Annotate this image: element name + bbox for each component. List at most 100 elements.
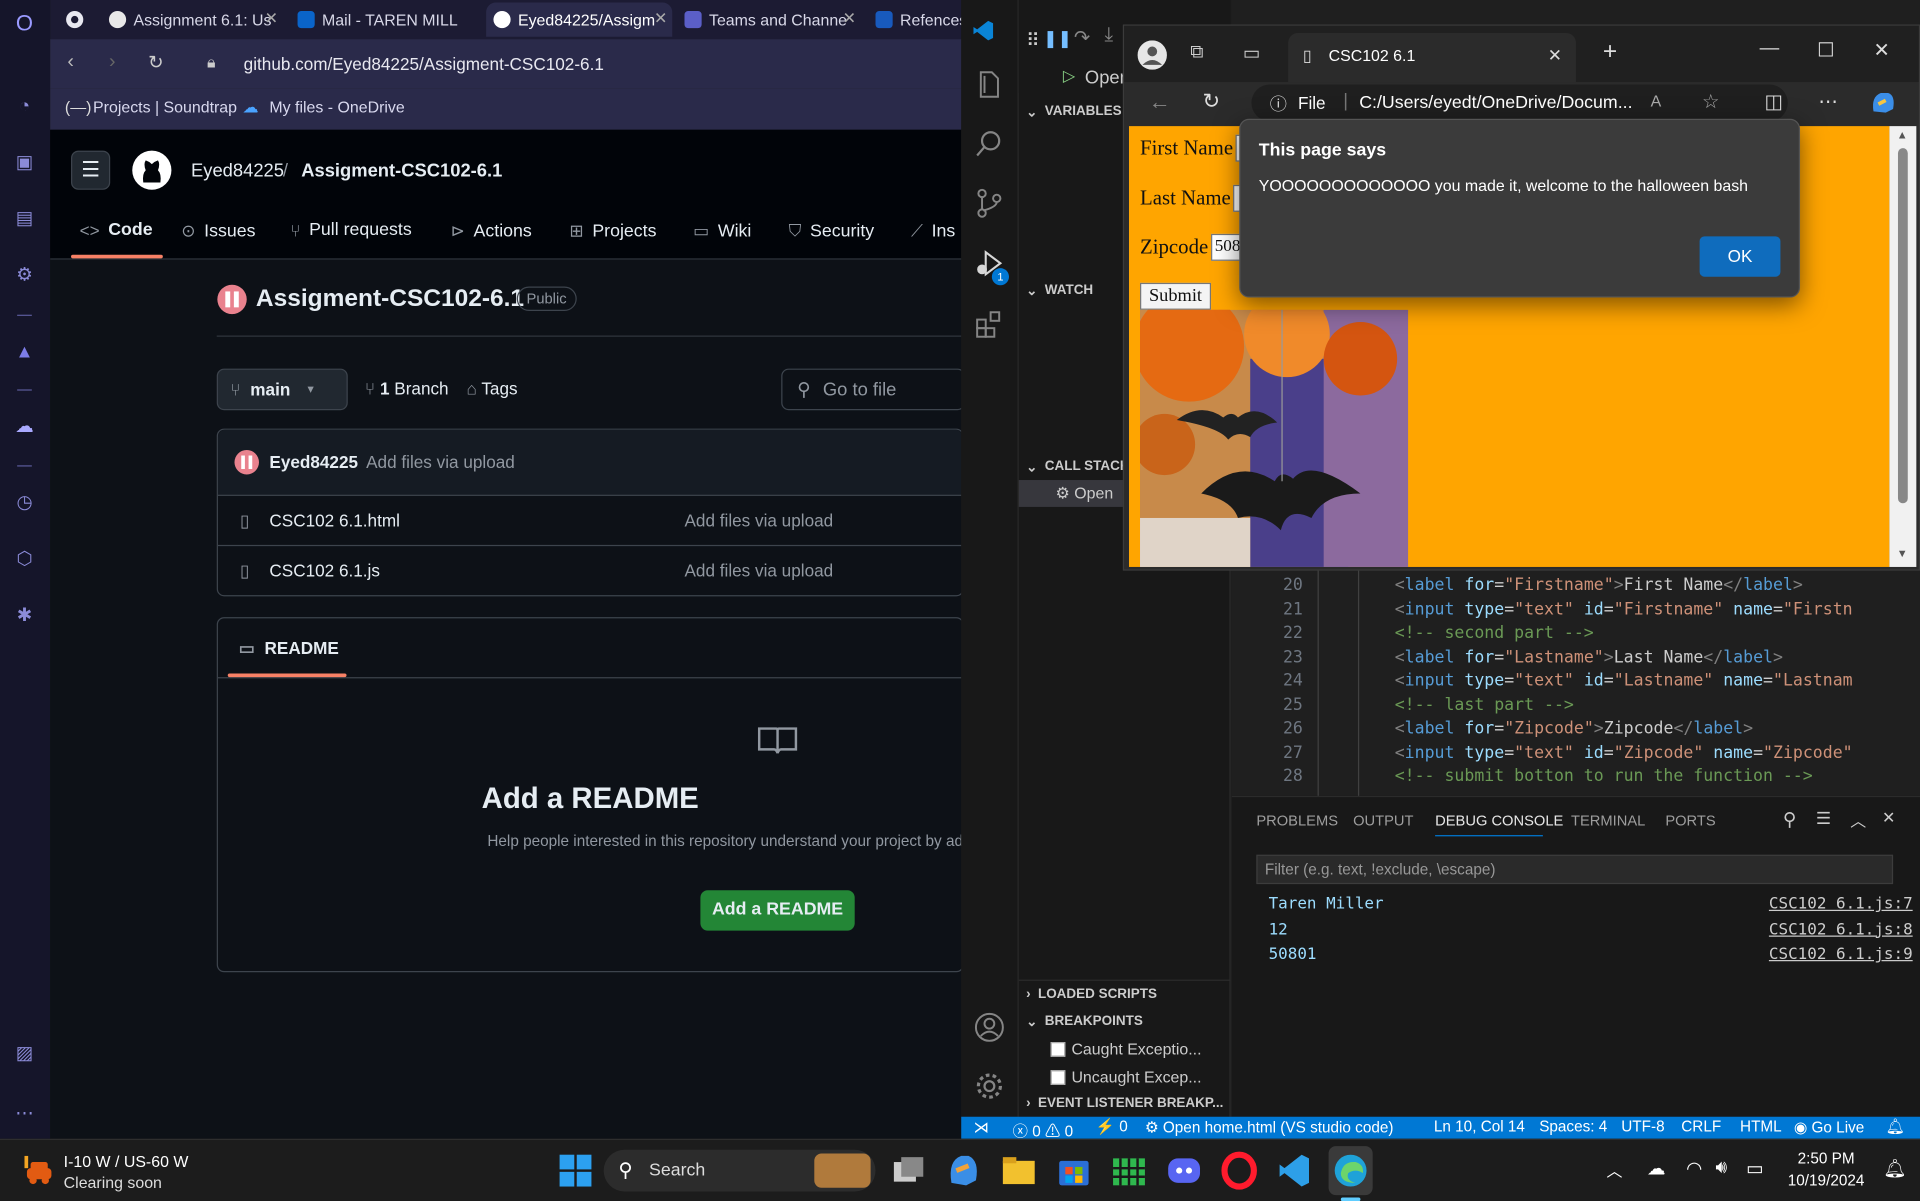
battery-icon[interactable]: ▭ — [1746, 1157, 1763, 1179]
close-icon[interactable]: ✕ — [654, 9, 667, 29]
step-over-icon[interactable]: ↷ — [1074, 26, 1090, 50]
task-view-icon[interactable] — [889, 1151, 928, 1190]
tab-ports[interactable]: PORTS — [1665, 812, 1715, 829]
vscode-taskbar-icon[interactable] — [1275, 1151, 1314, 1190]
back-icon[interactable]: ← — [1149, 89, 1171, 115]
split-screen-icon[interactable]: ◫ — [1765, 89, 1784, 113]
encoding[interactable]: UTF-8 — [1621, 1118, 1664, 1135]
close-icon[interactable]: ✕ — [1882, 808, 1895, 828]
readme-tab[interactable]: ▭ README — [239, 638, 339, 659]
taskbar-search[interactable]: ⚲ Search — [603, 1149, 876, 1192]
explorer-icon[interactable] — [973, 69, 1005, 101]
onedrive-icon[interactable]: ☁ — [12, 415, 36, 439]
commit-author[interactable]: Eyed84225 — [269, 452, 358, 472]
refresh-icon[interactable]: ↻ — [1202, 89, 1219, 113]
tags-link[interactable]: ⌂ Tags — [467, 378, 518, 398]
tab-mail[interactable]: Mail - TAREN MILL — [290, 2, 483, 36]
clear-console-icon[interactable]: ☰ — [1816, 808, 1831, 829]
favorite-star-icon[interactable]: ☆ — [1702, 89, 1720, 113]
read-aloud-icon[interactable]: A — [1651, 92, 1662, 110]
extensions-icon[interactable] — [973, 309, 1005, 341]
goto-file-input[interactable]: ⚲ Go to file — [781, 368, 965, 411]
debug-status[interactable]: ⚙ Open home.html (VS studio code) — [1145, 1118, 1394, 1136]
edge-icon[interactable] — [1331, 1151, 1370, 1190]
console-entry[interactable]: 50801 CSC102 6.1.js:9 — [1232, 945, 1920, 969]
copilot-icon[interactable] — [1869, 89, 1898, 116]
file-explorer-icon[interactable] — [999, 1151, 1038, 1190]
onedrive-tray-icon[interactable]: ☁ — [1647, 1157, 1665, 1179]
notifications-icon[interactable]: 🔔︎ — [1886, 1118, 1905, 1136]
volume-icon[interactable]: 🔊︎ — [1716, 1157, 1728, 1178]
profile-icon[interactable] — [1137, 40, 1167, 70]
url-field[interactable]: github.com/Eyed84225/Assigment-CSC102-6.… — [244, 54, 604, 74]
twitch-icon[interactable]: ▤ — [12, 207, 36, 231]
console-entry[interactable]: 12 CSC102 6.1.js:8 — [1232, 920, 1920, 944]
collections-icon[interactable]: ⧉ — [1190, 42, 1203, 63]
event-listener-section[interactable]: › EVENT LISTENER BREAKP... — [1019, 1090, 1231, 1117]
submit-button[interactable]: Submit — [1140, 282, 1212, 310]
ok-button[interactable]: OK — [1699, 236, 1781, 277]
repo-owner[interactable]: Eyed84225 — [191, 160, 284, 181]
tab-wiki[interactable]: ▭ Wiki — [693, 220, 751, 241]
step-into-icon[interactable]: ⤓ — [1104, 24, 1113, 46]
remote-icon[interactable]: ⋊ — [973, 1118, 988, 1136]
tab-actions[interactable]: ⊳ Actions — [451, 220, 532, 241]
tab-output[interactable]: OUTPUT — [1353, 812, 1413, 829]
tab-actions-icon[interactable]: ▭ — [1243, 42, 1260, 64]
branches-link[interactable]: ⑂ 1 Branch — [365, 378, 449, 398]
caught-exceptions[interactable]: Caught Exceptio... — [1050, 1040, 1202, 1058]
console-source-link[interactable]: CSC102 6.1.js:9 — [1769, 945, 1913, 963]
weather-subtitle[interactable]: Clearing soon — [64, 1173, 162, 1191]
tab-insights[interactable]: ⟋ Ins — [911, 220, 955, 241]
tab-teams[interactable]: Teams and Channe ✕ — [677, 2, 861, 36]
extensions-icon[interactable]: ⬡ — [12, 547, 36, 571]
wifi-icon[interactable]: ◠ — [1686, 1157, 1702, 1179]
language-mode[interactable]: HTML — [1740, 1118, 1782, 1135]
tab-debug-console[interactable]: DEBUG CONSOLE — [1435, 812, 1563, 829]
console-entry[interactable]: Taren Miller CSC102 6.1.js:7 — [1232, 895, 1920, 919]
eol[interactable]: CRLF — [1681, 1118, 1721, 1135]
bookmark-soundtrap[interactable]: Projects | Soundtrap — [93, 98, 237, 116]
search-icon[interactable] — [973, 127, 1005, 159]
tab-security[interactable]: ⛉ Security — [789, 220, 875, 241]
show-hidden-icons[interactable]: ︿ — [1607, 1158, 1623, 1181]
edge-url-field[interactable]: ⓘ File | C:/Users/eyedt/OneDrive/Docum..… — [1251, 84, 1788, 122]
scrollbar[interactable]: ▲ ▼ — [1889, 126, 1917, 567]
close-icon[interactable]: ✕ — [843, 9, 856, 29]
copilot-icon[interactable] — [944, 1151, 983, 1190]
loaded-scripts-section[interactable]: › LOADED SCRIPTS — [1018, 979, 1231, 1007]
maximize-panel-icon[interactable]: ︿ — [1850, 808, 1866, 831]
file-row[interactable]: ▯ CSC102 6.1.js Add files via upload — [217, 544, 963, 595]
tab-problems[interactable]: PROBLEMS — [1256, 812, 1338, 829]
breakpoints-section[interactable]: ⌄ BREAKPOINTS — [1019, 1008, 1231, 1035]
start-debug-icon[interactable]: ▷ — [1063, 66, 1075, 86]
forward-icon[interactable]: › — [109, 51, 116, 73]
tab-terminal[interactable]: TERMINAL — [1571, 812, 1645, 829]
discord-icon[interactable] — [1164, 1151, 1203, 1190]
github-logo-icon[interactable] — [131, 149, 173, 191]
code-editor[interactable]: 20 <label for="Firstname">First Name</lab… — [1231, 565, 1920, 796]
close-window-icon[interactable]: ✕ — [1873, 38, 1889, 62]
source-control-icon[interactable] — [973, 187, 1005, 219]
add-readme-button[interactable]: Add a README — [700, 890, 855, 931]
edge-tab[interactable]: ▯ CSC102 6.1 ✕ — [1288, 33, 1576, 83]
more-icon[interactable]: ⋯ — [12, 1102, 36, 1126]
tab-assignment[interactable]: Assignment 6.1: Us ✕ — [102, 2, 283, 36]
menu-button[interactable]: ☰ — [71, 150, 111, 190]
clock-date[interactable]: 10/19/2024 — [1788, 1172, 1865, 1189]
search-icon[interactable]: ⚲ — [1783, 808, 1796, 830]
indentation[interactable]: Spaces: 4 — [1539, 1118, 1607, 1135]
branch-select[interactable]: ⑂ main ▾ — [216, 368, 348, 411]
windows-start-icon[interactable] — [556, 1151, 595, 1190]
ai-icon[interactable]: ⚙ — [12, 263, 36, 287]
new-tab-icon[interactable]: + — [1603, 38, 1617, 66]
speed-dial-icon[interactable]: ◔ — [12, 94, 36, 118]
history-icon[interactable]: ◷ — [12, 491, 36, 515]
back-icon[interactable]: ‹ — [67, 51, 74, 73]
repo-name[interactable]: Assigment-CSC102-6.1 — [301, 160, 502, 181]
tab-refences[interactable]: Refences — [868, 2, 966, 36]
weather-title[interactable]: I-10 W / US-60 W — [64, 1152, 189, 1170]
notification-bell-icon[interactable]: 🔔︎ — [1883, 1157, 1906, 1179]
tab-projects[interactable]: ⊞ Projects — [569, 220, 656, 241]
account-icon[interactable] — [973, 1011, 1005, 1043]
